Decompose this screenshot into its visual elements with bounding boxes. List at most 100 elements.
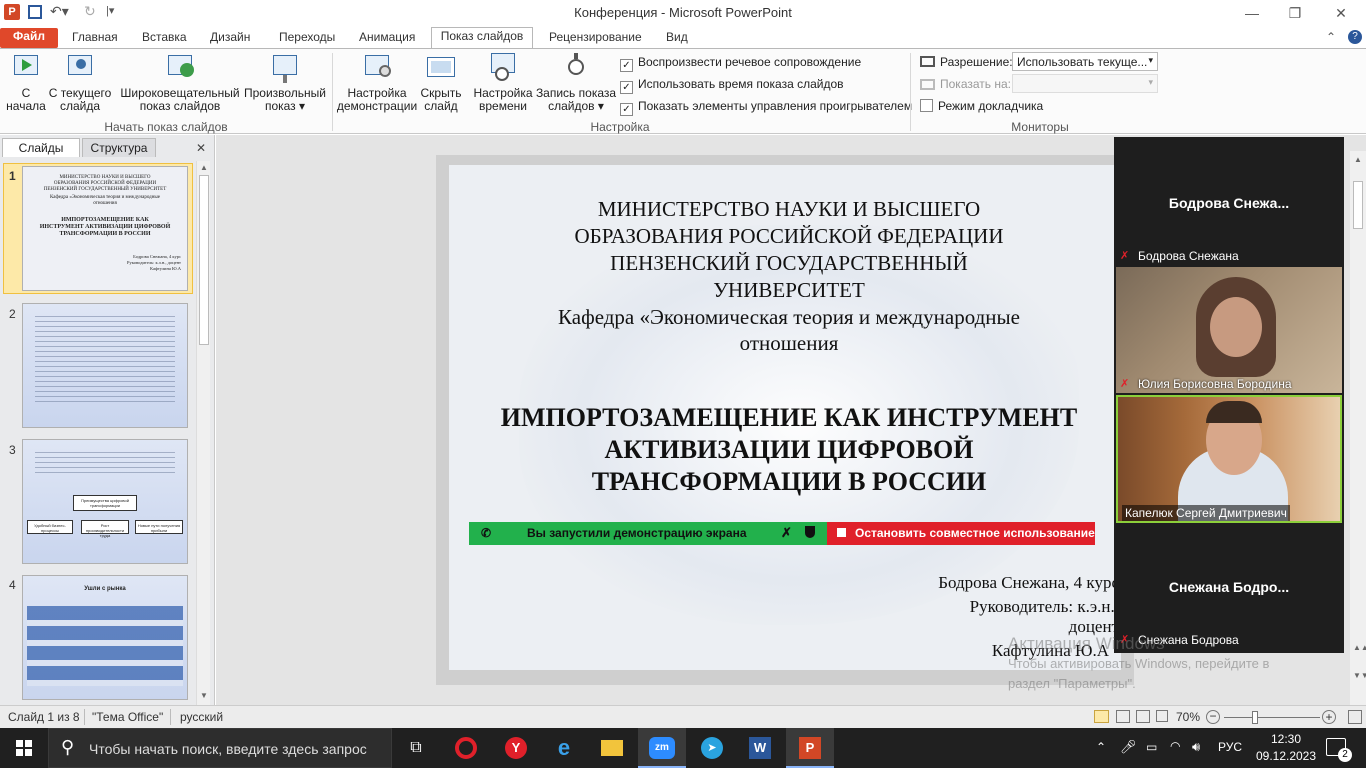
tab-insert[interactable]: Вставка [134,29,195,48]
yandex-browser-icon[interactable]: Y [492,728,540,768]
slide-canvas[interactable]: МИНИСТЕРСТВО НАУКИ И ВЫСШЕГО ОБРАЗОВАНИЯ… [449,165,1121,670]
zoom-slider-track[interactable] [1224,717,1320,718]
close-button[interactable]: ✕ [1318,0,1364,26]
taskbar-search-box[interactable]: ⚲ Чтобы начать поиск, введите здесь запр… [48,728,392,768]
help-icon[interactable]: ? [1348,30,1362,44]
zoom-level[interactable]: 70% [1176,710,1200,724]
scroll-up-icon[interactable]: ▲ [200,163,208,172]
participant-tile[interactable]: Бодрова Снежа... ✗ Бодрова Снежана [1114,137,1344,265]
word-icon[interactable]: W [736,728,784,768]
rehearse-timings-button[interactable]: Настройка времени [472,51,534,113]
fit-to-window-icon[interactable] [1348,710,1362,724]
search-placeholder: Чтобы начать поиск, введите здесь запрос [89,741,367,757]
stop-share-button[interactable]: Остановить совместное использование [827,522,1095,545]
window-title: Конференция - Microsoft PowerPoint [574,5,792,20]
presenter-view-checkbox[interactable]: Режим докладчика [920,99,1043,115]
volume-icon[interactable]: 🔊︎ [1192,739,1200,755]
status-divider [84,709,85,725]
zoom-slider-thumb[interactable] [1252,711,1258,724]
setup-show-button[interactable]: Настройка демонстрации [336,51,418,113]
main-scrollbar[interactable]: ▲ ▲▲ ▼▼ [1350,151,1366,705]
rehearse-timings-icon [487,51,519,83]
record-slideshow-button[interactable]: Запись показа слайдов ▾ [534,51,618,113]
show-media-controls-checkbox[interactable]: ✓ Показать элементы управления проигрыват… [620,99,912,116]
zoom-out-icon[interactable]: − [1206,710,1220,724]
keyboard-language[interactable]: РУС [1218,740,1242,754]
notification-count-badge: 2 [1338,748,1352,762]
stop-square-icon [837,528,846,537]
slide-thumbnail-4[interactable]: Ушли с рынка [22,575,188,700]
microphone-muted-icon[interactable]: ✗ [781,525,792,541]
slide-ministry-line1: МИНИСТЕРСТВО НАУКИ И ВЫСШЕГО [597,197,981,221]
tab-outline[interactable]: Структура [82,138,156,157]
prev-slide-icon[interactable]: ▲▲ [1353,643,1366,652]
microphone-icon[interactable]: 🎤︎ [1120,739,1137,755]
resolution-select[interactable]: Использовать текуще... ▾ [1012,52,1158,71]
normal-view-icon[interactable] [1094,710,1109,723]
participant-tile-name: Бодрова Снежа... [1168,195,1290,211]
telegram-icon[interactable]: ➤ [688,728,736,768]
tab-slides[interactable]: Слайды [2,138,80,157]
thumb-diagram-box: Новые пути получения прибыли [135,520,183,534]
reading-view-icon[interactable] [1136,710,1150,723]
scroll-thumb[interactable] [1353,181,1363,229]
scroll-down-icon[interactable]: ▼ [200,691,208,700]
security-shield-icon[interactable] [805,526,815,538]
language-indicator[interactable]: русский [180,710,223,724]
tab-home[interactable]: Главная [64,29,126,48]
thumb-diagram-box: Удобный бизнес-процессы [27,520,73,534]
next-slide-icon[interactable]: ▼▼ [1353,671,1366,680]
participant-video-tile[interactable]: ✗ Юлия Борисовна Бородина [1116,267,1342,393]
windows-start-icon[interactable] [0,728,48,768]
resolution-label: Разрешение: [940,55,1013,69]
thumb-dept: Кафедра «Экономическая теория и междунар… [50,195,160,206]
watermark-line: раздел "Параметры". [1008,676,1136,691]
show-hidden-icons-icon[interactable]: ⌃ [1096,740,1106,754]
tab-transitions[interactable]: Переходы [271,29,343,48]
network-icon[interactable]: ▭ [1146,740,1157,754]
phone-icon: ✆ [481,526,492,540]
broadcast-slideshow-button[interactable]: Широковещательный показ слайдов [118,51,242,113]
zoom-app-icon[interactable]: zm [638,728,686,768]
play-narrations-checkbox[interactable]: ✓ Воспроизвести речевое сопровождение [620,55,861,72]
slide-thumbnail-2[interactable] [22,303,188,428]
scroll-up-icon[interactable]: ▲ [1354,155,1362,164]
slide-thumbnail-3[interactable]: Преимущества цифровой трансформации Удоб… [22,439,188,564]
scroll-thumb[interactable] [199,175,209,345]
collapse-ribbon-icon[interactable]: ⌃ [1326,30,1336,44]
edge-browser-icon[interactable]: e [540,728,588,768]
tab-animation[interactable]: Анимация [351,29,423,48]
hide-slide-button[interactable]: Скрыть слайд [418,51,464,113]
thumb-text-lines [35,452,175,476]
slide-sorter-icon[interactable] [1116,710,1130,723]
use-timings-checkbox[interactable]: ✓ Использовать время показа слайдов [620,77,844,94]
slideshow-current-icon [64,51,96,83]
ribbon-tabs: Файл Главная Вставка Дизайн Переходы Ани… [0,26,1366,48]
slideshow-view-icon[interactable] [1156,710,1168,722]
zoom-in-icon[interactable]: + [1322,710,1336,724]
task-view-icon[interactable]: ⧉ [392,728,440,768]
file-explorer-icon[interactable] [588,728,636,768]
custom-show-button[interactable]: Произвольный показ ▾ [242,51,328,113]
clock-date[interactable]: 09.12.2023 [1251,749,1321,763]
maximize-button[interactable]: ❐ [1272,0,1318,26]
from-current-slide-button[interactable]: С текущего слайда [48,51,112,113]
close-pane-button[interactable]: ✕ [196,141,206,155]
slide-thumbnail-1[interactable]: МИНИСТЕРСТВО НАУКИ И ВЫСШЕГО ОБРАЗОВАНИЯ… [22,166,188,291]
tab-slideshow[interactable]: Показ слайдов [431,27,533,48]
show-on-select[interactable]: ▾ [1012,74,1158,93]
tab-review[interactable]: Рецензирование [541,29,650,48]
opera-browser-icon[interactable] [442,728,490,768]
group-label-monitors: Мониторы [1011,120,1069,134]
pane-scrollbar[interactable]: ▲ ▼ [196,161,210,705]
clock-time[interactable]: 12:30 [1256,732,1316,746]
participant-video-hair [1206,401,1262,423]
wifi-icon[interactable]: ◠ [1170,739,1180,753]
tab-design[interactable]: Дизайн [202,29,258,48]
participant-video-tile-active-speaker[interactable]: Капелюк Сергей Дмитриевич [1116,395,1342,523]
tab-view[interactable]: Вид [658,29,696,48]
minimize-button[interactable]: — [1229,0,1275,26]
tab-file[interactable]: Файл [0,28,58,48]
from-beginning-button[interactable]: С начала [6,51,46,113]
powerpoint-taskbar-icon[interactable]: P [786,728,834,768]
